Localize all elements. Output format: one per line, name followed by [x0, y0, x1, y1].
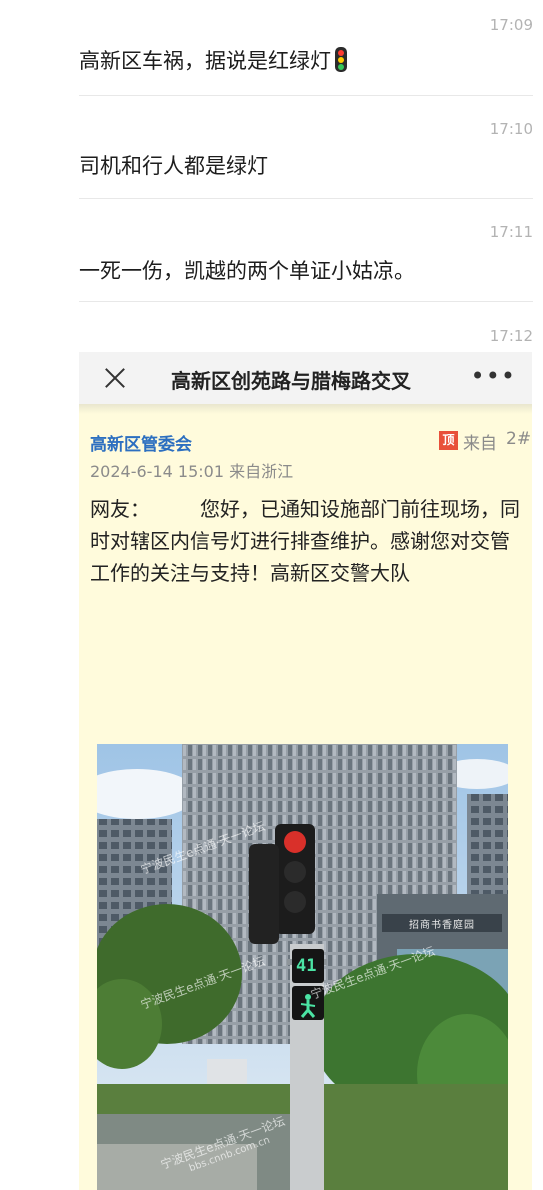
chat-message: 17:09 高新区车祸，据说是红绿灯: [0, 0, 543, 96]
divider: [79, 301, 533, 302]
close-icon[interactable]: [101, 364, 129, 392]
forum-screenshot-image[interactable]: 高新区创苑路与腊梅路交叉 ••• 高新区管委会 顶 来自 2# 2024-6-1…: [79, 352, 532, 1190]
more-icon[interactable]: •••: [471, 362, 516, 390]
top-badge: 顶: [439, 431, 458, 450]
message-time: 17:12: [489, 327, 533, 345]
webview-title: 高新区创苑路与腊梅路交叉: [171, 369, 411, 393]
webview-top-bar: 高新区创苑路与腊梅路交叉 •••: [79, 352, 532, 404]
signal-countdown: 41: [296, 956, 317, 976]
message-time: 17:11: [489, 223, 533, 241]
chat-message: 17:10 司机和行人都是绿灯: [0, 96, 543, 199]
message-text: 高新区车祸，据说是红绿灯: [79, 45, 347, 75]
chat-message: 17:11 一死一伤，凯越的两个单证小姑凉。: [0, 199, 543, 302]
post-body: 网友： 您好，已通知设施部门前往现场，同时对辖区内信号灯进行排查维护。感谢您对交…: [90, 497, 520, 585]
building-sign: 招商书香庭园: [409, 920, 475, 931]
traffic-light-emoji-icon: [335, 47, 347, 72]
traffic-signal-photo: 41 招商书香庭园 宁波民生e点通·天一论坛 宁波民生e点通·天一论坛 宁波民生…: [97, 744, 508, 1190]
source-label: 来自: [463, 434, 497, 454]
message-time: 17:10: [489, 120, 533, 138]
message-time: 17:09: [489, 16, 533, 34]
floor-number: 2#: [506, 429, 532, 449]
message-text: 司机和行人都是绿灯: [79, 154, 268, 178]
message-text-content: 高新区车祸，据说是红绿灯: [79, 49, 331, 73]
message-text: 一死一伤，凯越的两个单证小姑凉。: [79, 259, 415, 283]
poster-name[interactable]: 高新区管委会: [90, 430, 192, 455]
post-meta: 2024-6-14 15:01 来自浙江: [90, 462, 294, 481]
bar-shadow: [79, 404, 532, 414]
